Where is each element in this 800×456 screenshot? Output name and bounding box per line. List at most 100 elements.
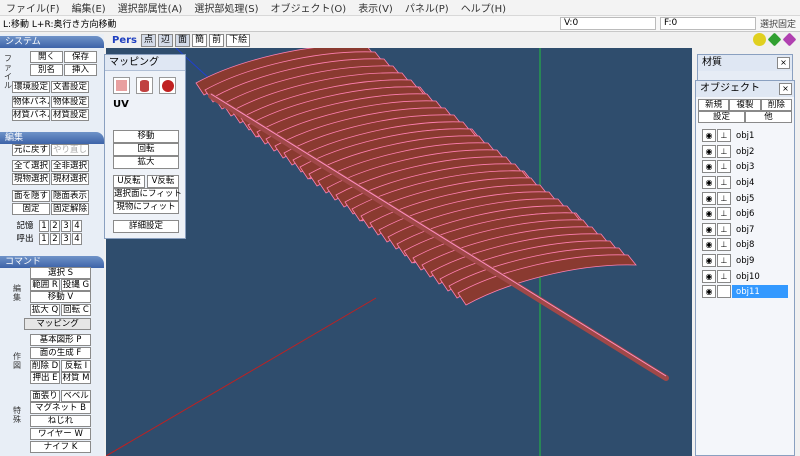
recall-slot-3[interactable]: 3 — [61, 233, 71, 245]
menu-item-1[interactable]: 編集(E) — [66, 0, 112, 15]
object-name[interactable]: obj9 — [732, 254, 788, 267]
material-close-icon[interactable]: × — [777, 57, 790, 69]
lock-button[interactable]: 固定 — [12, 203, 50, 215]
move-view-icon[interactable] — [767, 32, 782, 47]
rotate-view-icon[interactable] — [782, 32, 797, 47]
map-move-button[interactable]: 移動 — [113, 130, 179, 143]
face-mode-button[interactable]: 面 — [175, 33, 191, 47]
menu-item-0[interactable]: ファイル(F) — [0, 0, 66, 15]
zoom-icon[interactable] — [753, 33, 766, 46]
object-row[interactable]: ◉ ⊥ obj6 — [702, 206, 788, 222]
object-name[interactable]: obj6 — [732, 207, 788, 220]
object-row[interactable]: ◉ ⊥ obj3 — [702, 159, 788, 175]
hide-face-button[interactable]: 面を隠す — [12, 190, 50, 202]
object-name[interactable]: obj2 — [732, 145, 788, 158]
object-row[interactable]: ◉ obj11 — [702, 284, 788, 300]
visibility-eye-icon[interactable]: ◉ — [702, 238, 716, 252]
bevel-tool-button[interactable]: ベベル — [61, 390, 91, 402]
delete-object-button[interactable]: 削除 — [760, 99, 792, 111]
select-visible-button[interactable]: 現物選択 — [12, 173, 50, 185]
memory-slot-3[interactable]: 3 — [61, 220, 71, 232]
lock-icon[interactable]: ⊥ — [717, 238, 731, 252]
vertex-mode-button[interactable]: 点 — [141, 33, 157, 47]
material-settings-button[interactable]: 材質設定 — [51, 109, 89, 121]
object-settings-button[interactable]: 物体設定 — [51, 96, 89, 108]
material-tool-button[interactable]: 材質 M — [61, 372, 91, 384]
front-mode-button[interactable]: 前 — [209, 33, 225, 47]
select-material-button[interactable]: 現材選択 — [51, 173, 89, 185]
visibility-eye-icon[interactable]: ◉ — [702, 160, 716, 174]
object-name[interactable]: obj1 — [732, 129, 788, 142]
scale-tool-button[interactable]: 拡大 Q — [30, 304, 60, 316]
lock-icon[interactable]: ⊥ — [717, 160, 731, 174]
lock-icon[interactable]: ⊥ — [717, 222, 731, 236]
save-button[interactable]: 保存 — [64, 51, 97, 63]
memory-slot-4[interactable]: 4 — [72, 220, 82, 232]
select-lock-button[interactable]: 選択固定 — [760, 17, 796, 30]
menu-item-5[interactable]: 表示(V) — [352, 0, 399, 15]
object-settings-button[interactable]: 設定 — [698, 111, 745, 123]
map-scale-button[interactable]: 拡大 — [113, 156, 179, 169]
object-name[interactable]: obj10 — [732, 270, 788, 283]
visibility-eye-icon[interactable]: ◉ — [702, 254, 716, 268]
menu-item-2[interactable]: 選択部属性(A) — [112, 0, 189, 15]
open-button[interactable]: 開く — [30, 51, 63, 63]
3d-viewport[interactable] — [106, 48, 692, 456]
knife-tool-button[interactable]: ナイフ K — [30, 441, 91, 453]
object-name[interactable]: obj5 — [732, 192, 788, 205]
fit-object-button[interactable]: 現物にフィット — [113, 201, 179, 214]
lock-icon[interactable] — [717, 285, 731, 299]
v-flip-button[interactable]: V反転 — [147, 175, 179, 188]
doc-settings-button[interactable]: 文書設定 — [51, 81, 89, 93]
lock-icon[interactable]: ⊥ — [717, 129, 731, 143]
flip-tool-button[interactable]: 反転 I — [61, 360, 91, 372]
visibility-eye-icon[interactable]: ◉ — [702, 176, 716, 190]
menu-item-7[interactable]: ヘルプ(H) — [455, 0, 512, 15]
planar-map-icon[interactable] — [113, 77, 130, 94]
visibility-eye-icon[interactable]: ◉ — [702, 207, 716, 221]
object-row[interactable]: ◉ ⊥ obj9 — [702, 253, 788, 269]
underlay-button[interactable]: 下絵 — [226, 33, 251, 47]
face-gen-tool-button[interactable]: 面の生成 F — [30, 347, 91, 359]
copy-object-button[interactable]: 複製 — [729, 99, 761, 111]
visibility-eye-icon[interactable]: ◉ — [702, 129, 716, 143]
object-row[interactable]: ◉ ⊥ obj5 — [702, 190, 788, 206]
rotate-tool-button[interactable]: 回転 C — [61, 304, 91, 316]
object-row[interactable]: ◉ ⊥ obj10 — [702, 268, 788, 284]
object-name[interactable]: obj4 — [732, 176, 788, 189]
visibility-eye-icon[interactable]: ◉ — [702, 285, 716, 299]
new-object-button[interactable]: 新規 — [698, 99, 730, 111]
surface-tool-button[interactable]: 面張り — [30, 390, 60, 402]
object-panel-button[interactable]: 物体パネル — [12, 96, 50, 108]
lasso-tool-button[interactable]: 投縄 G — [61, 279, 91, 291]
env-settings-button[interactable]: 環境設定 — [12, 81, 50, 93]
lock-icon[interactable]: ⊥ — [717, 254, 731, 268]
object-name[interactable]: obj11 — [732, 285, 788, 299]
extrude-tool-button[interactable]: 押出 E — [30, 372, 60, 384]
lock-icon[interactable]: ⊥ — [717, 176, 731, 190]
magnet-tool-button[interactable]: マグネット B — [30, 402, 91, 414]
twist-tool-button[interactable]: ねじれ — [30, 415, 91, 427]
delete-tool-button[interactable]: 削除 D — [30, 360, 60, 372]
fit-selected-button[interactable]: 選択面にフィット — [113, 188, 182, 201]
visibility-eye-icon[interactable]: ◉ — [702, 191, 716, 205]
object-row[interactable]: ◉ ⊥ obj8 — [702, 237, 788, 253]
view-mode-button[interactable]: Pers — [112, 35, 137, 46]
lock-icon[interactable]: ⊥ — [717, 144, 731, 158]
object-row[interactable]: ◉ ⊥ obj2 — [702, 144, 788, 160]
map-details-button[interactable]: 詳細設定 — [113, 220, 179, 233]
recall-slot-2[interactable]: 2 — [50, 233, 60, 245]
deselect-all-button[interactable]: 全非選択 — [51, 160, 89, 172]
save-as-button[interactable]: 別名 — [30, 64, 63, 76]
object-name[interactable]: obj8 — [732, 238, 788, 251]
sphere-map-icon[interactable] — [159, 77, 176, 94]
visibility-eye-icon[interactable]: ◉ — [702, 222, 716, 236]
mapping-tool-button[interactable]: マッピング — [24, 318, 91, 330]
primitive-tool-button[interactable]: 基本図形 P — [30, 334, 91, 346]
object-other-button[interactable]: 他 — [745, 111, 792, 123]
lock-icon[interactable]: ⊥ — [717, 207, 731, 221]
move-tool-button[interactable]: 移動 V — [30, 291, 91, 303]
object-row[interactable]: ◉ ⊥ obj4 — [702, 175, 788, 191]
show-hidden-button[interactable]: 隠面表示 — [51, 190, 89, 202]
lock-icon[interactable]: ⊥ — [717, 191, 731, 205]
